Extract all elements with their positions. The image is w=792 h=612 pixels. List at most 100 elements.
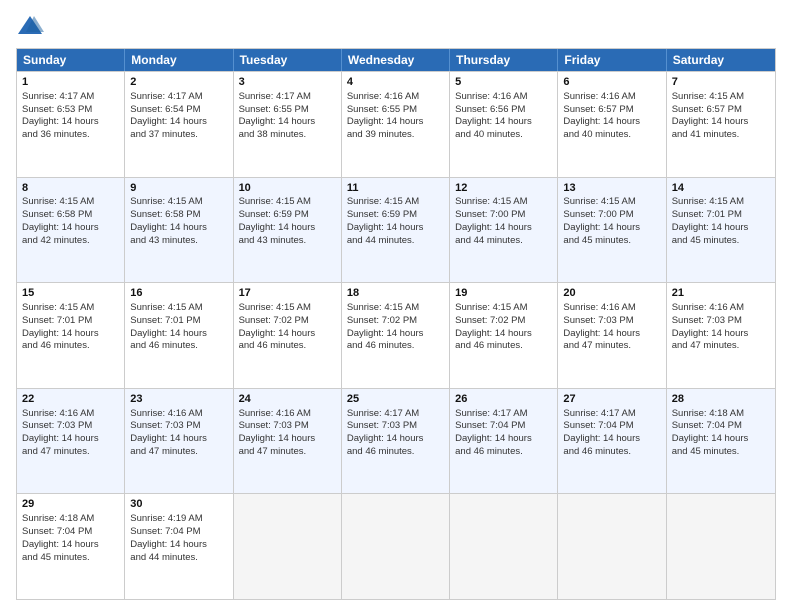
day-info: Sunset: 7:03 PM: [130, 420, 227, 433]
day-info: Sunrise: 4:15 AM: [455, 302, 552, 315]
header-day: Friday: [558, 49, 666, 71]
day-info: Sunrise: 4:15 AM: [347, 302, 444, 315]
day-info: Daylight: 14 hours: [347, 116, 444, 129]
day-info: and 39 minutes.: [347, 129, 444, 142]
day-info: Daylight: 14 hours: [22, 328, 119, 341]
calendar-day: 21Sunrise: 4:16 AMSunset: 7:03 PMDayligh…: [667, 283, 775, 388]
day-info: Sunset: 7:04 PM: [563, 420, 660, 433]
day-info: Sunset: 7:02 PM: [239, 315, 336, 328]
calendar-day: 3Sunrise: 4:17 AMSunset: 6:55 PMDaylight…: [234, 72, 342, 177]
day-info: and 40 minutes.: [563, 129, 660, 142]
day-info: Sunrise: 4:15 AM: [22, 302, 119, 315]
day-info: Sunset: 7:00 PM: [455, 209, 552, 222]
day-info: and 43 minutes.: [130, 235, 227, 248]
day-info: Daylight: 14 hours: [455, 116, 552, 129]
day-info: Sunrise: 4:16 AM: [563, 302, 660, 315]
day-info: and 47 minutes.: [130, 446, 227, 459]
logo-icon: [16, 12, 44, 40]
day-number: 8: [22, 181, 119, 196]
calendar-day: 8Sunrise: 4:15 AMSunset: 6:58 PMDaylight…: [17, 178, 125, 283]
day-info: Sunset: 7:04 PM: [672, 420, 770, 433]
day-info: and 45 minutes.: [563, 235, 660, 248]
day-number: 22: [22, 392, 119, 407]
day-info: and 47 minutes.: [22, 446, 119, 459]
day-number: 12: [455, 181, 552, 196]
day-info: Sunset: 7:03 PM: [22, 420, 119, 433]
calendar-day: 19Sunrise: 4:15 AMSunset: 7:02 PMDayligh…: [450, 283, 558, 388]
day-info: and 44 minutes.: [130, 552, 227, 565]
day-info: Sunset: 7:01 PM: [130, 315, 227, 328]
day-info: and 37 minutes.: [130, 129, 227, 142]
day-info: Daylight: 14 hours: [239, 222, 336, 235]
calendar-day: 13Sunrise: 4:15 AMSunset: 7:00 PMDayligh…: [558, 178, 666, 283]
calendar-day: 5Sunrise: 4:16 AMSunset: 6:56 PMDaylight…: [450, 72, 558, 177]
day-info: Sunrise: 4:16 AM: [347, 91, 444, 104]
day-info: and 46 minutes.: [455, 446, 552, 459]
day-number: 20: [563, 286, 660, 301]
day-info: Sunrise: 4:17 AM: [239, 91, 336, 104]
calendar-day: 18Sunrise: 4:15 AMSunset: 7:02 PMDayligh…: [342, 283, 450, 388]
day-info: Daylight: 14 hours: [347, 433, 444, 446]
day-info: Daylight: 14 hours: [239, 433, 336, 446]
day-info: Sunrise: 4:18 AM: [22, 513, 119, 526]
day-info: Daylight: 14 hours: [672, 433, 770, 446]
day-info: Daylight: 14 hours: [563, 222, 660, 235]
day-info: Sunrise: 4:17 AM: [563, 408, 660, 421]
day-info: Daylight: 14 hours: [455, 328, 552, 341]
day-info: Sunset: 6:58 PM: [22, 209, 119, 222]
day-info: Sunset: 7:04 PM: [22, 526, 119, 539]
day-info: Sunrise: 4:16 AM: [22, 408, 119, 421]
day-info: Sunrise: 4:15 AM: [239, 302, 336, 315]
header-day: Tuesday: [234, 49, 342, 71]
day-info: Daylight: 14 hours: [455, 222, 552, 235]
day-info: Daylight: 14 hours: [563, 116, 660, 129]
calendar-day: 17Sunrise: 4:15 AMSunset: 7:02 PMDayligh…: [234, 283, 342, 388]
day-info: Sunset: 6:56 PM: [455, 104, 552, 117]
day-info: and 36 minutes.: [22, 129, 119, 142]
calendar-day: 2Sunrise: 4:17 AMSunset: 6:54 PMDaylight…: [125, 72, 233, 177]
day-info: and 46 minutes.: [347, 446, 444, 459]
calendar-day: 28Sunrise: 4:18 AMSunset: 7:04 PMDayligh…: [667, 389, 775, 494]
day-info: and 46 minutes.: [563, 446, 660, 459]
calendar-day: 12Sunrise: 4:15 AMSunset: 7:00 PMDayligh…: [450, 178, 558, 283]
calendar-day: 16Sunrise: 4:15 AMSunset: 7:01 PMDayligh…: [125, 283, 233, 388]
calendar-week: 15Sunrise: 4:15 AMSunset: 7:01 PMDayligh…: [17, 282, 775, 388]
day-number: 21: [672, 286, 770, 301]
day-number: 2: [130, 75, 227, 90]
day-number: 7: [672, 75, 770, 90]
calendar-day: 10Sunrise: 4:15 AMSunset: 6:59 PMDayligh…: [234, 178, 342, 283]
day-number: 26: [455, 392, 552, 407]
day-info: and 44 minutes.: [347, 235, 444, 248]
day-info: and 44 minutes.: [455, 235, 552, 248]
day-info: Daylight: 14 hours: [130, 539, 227, 552]
day-number: 30: [130, 497, 227, 512]
calendar-week: 8Sunrise: 4:15 AMSunset: 6:58 PMDaylight…: [17, 177, 775, 283]
calendar-day: 1Sunrise: 4:17 AMSunset: 6:53 PMDaylight…: [17, 72, 125, 177]
calendar-week: 1Sunrise: 4:17 AMSunset: 6:53 PMDaylight…: [17, 71, 775, 177]
day-info: Sunset: 7:03 PM: [672, 315, 770, 328]
day-info: Sunrise: 4:17 AM: [455, 408, 552, 421]
day-info: Sunrise: 4:19 AM: [130, 513, 227, 526]
header-day: Monday: [125, 49, 233, 71]
day-info: Sunset: 7:01 PM: [672, 209, 770, 222]
day-info: Sunset: 6:59 PM: [239, 209, 336, 222]
calendar-day: 7Sunrise: 4:15 AMSunset: 6:57 PMDaylight…: [667, 72, 775, 177]
day-info: Daylight: 14 hours: [130, 116, 227, 129]
day-info: Daylight: 14 hours: [563, 433, 660, 446]
day-number: 23: [130, 392, 227, 407]
day-info: and 47 minutes.: [239, 446, 336, 459]
day-info: and 46 minutes.: [455, 340, 552, 353]
day-info: Sunset: 6:55 PM: [347, 104, 444, 117]
day-info: and 46 minutes.: [22, 340, 119, 353]
calendar-day: 14Sunrise: 4:15 AMSunset: 7:01 PMDayligh…: [667, 178, 775, 283]
calendar: SundayMondayTuesdayWednesdayThursdayFrid…: [16, 48, 776, 600]
calendar-day: [342, 494, 450, 599]
header: [16, 12, 776, 40]
day-info: Daylight: 14 hours: [672, 328, 770, 341]
day-number: 5: [455, 75, 552, 90]
day-info: Daylight: 14 hours: [239, 328, 336, 341]
calendar-week: 22Sunrise: 4:16 AMSunset: 7:03 PMDayligh…: [17, 388, 775, 494]
header-day: Wednesday: [342, 49, 450, 71]
calendar-week: 29Sunrise: 4:18 AMSunset: 7:04 PMDayligh…: [17, 493, 775, 599]
day-number: 9: [130, 181, 227, 196]
